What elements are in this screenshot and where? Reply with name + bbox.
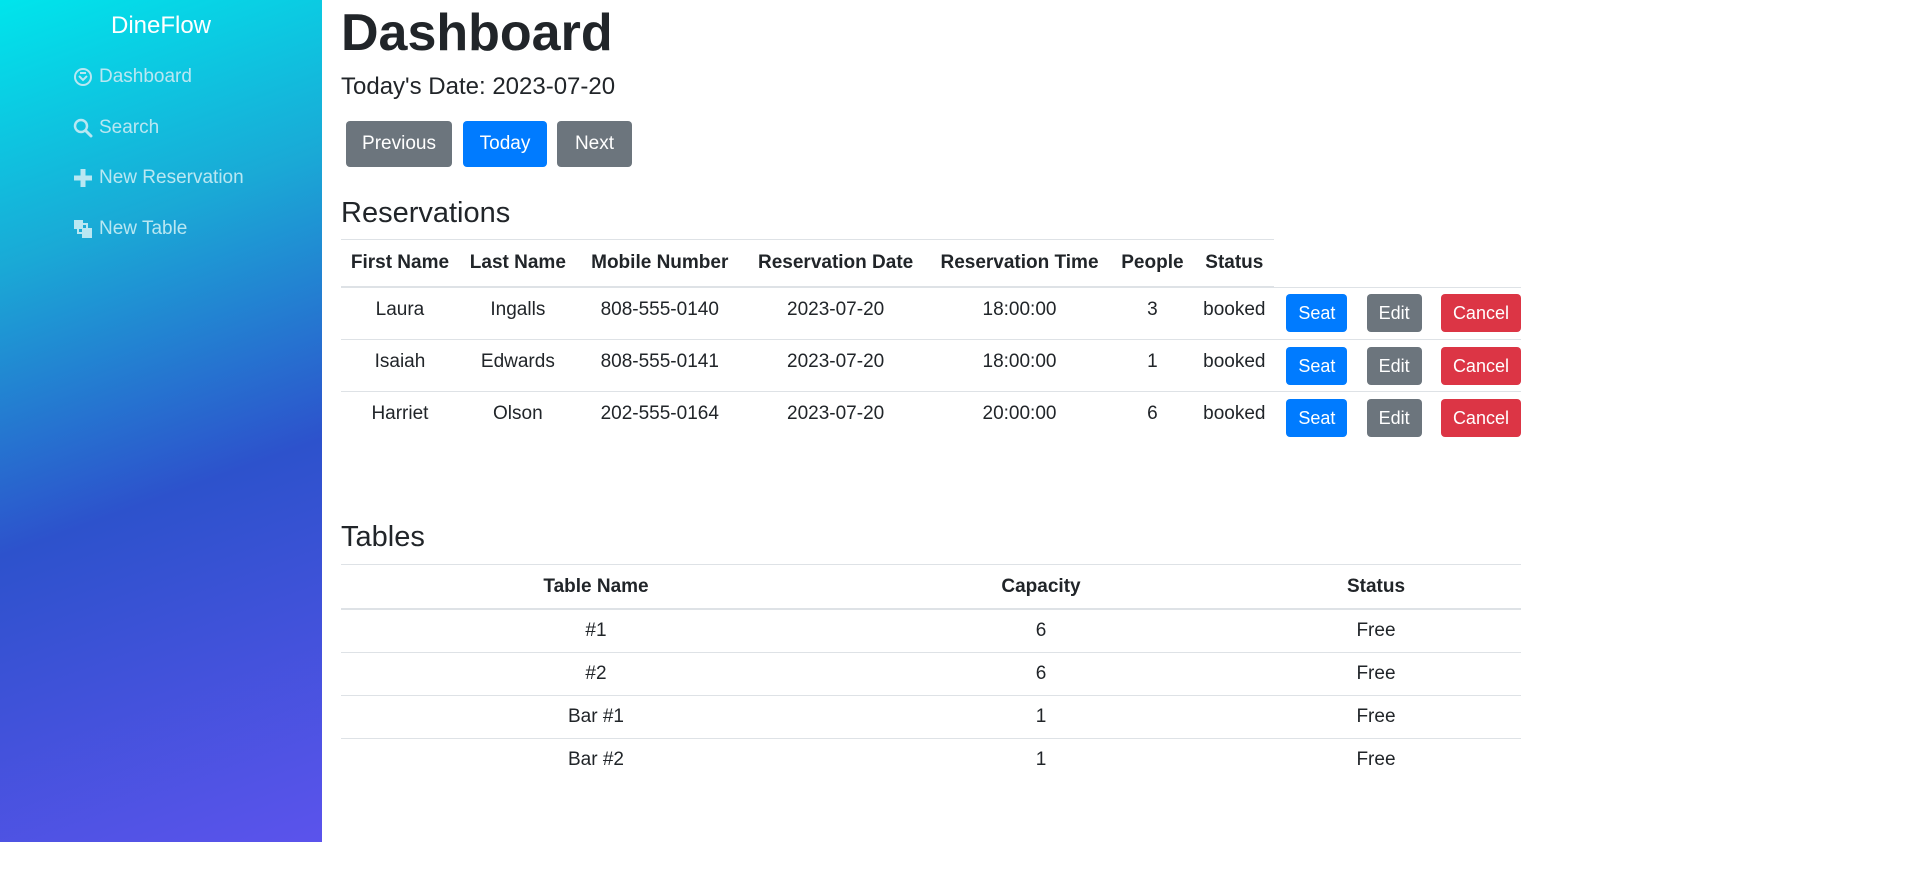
sidebar-item-label: New Table: [99, 218, 188, 239]
table-row: #1 6 Free: [341, 608, 1521, 653]
capacity-cell: 6: [851, 608, 1231, 653]
people-cell: 1: [1110, 339, 1195, 392]
plus-icon: [74, 169, 92, 187]
previous-button[interactable]: Previous: [346, 121, 452, 167]
first-name-cell: Isaiah: [341, 339, 459, 392]
layers-icon: [74, 220, 92, 238]
people-cell: 6: [1110, 391, 1195, 443]
today-button[interactable]: Today: [463, 121, 547, 167]
reservations-heading: Reservations: [341, 197, 511, 229]
reservations-table: First Name Last Name Mobile Number Reser…: [341, 239, 1521, 443]
actions-cell: Seat Edit Cancel: [1274, 286, 1521, 340]
time-cell: 18:00:00: [928, 286, 1111, 340]
time-cell: 18:00:00: [928, 339, 1111, 392]
edit-button[interactable]: Edit: [1366, 398, 1422, 437]
last-name-cell: Ingalls: [458, 286, 577, 340]
todays-date: Today's Date: 2023-07-20: [341, 73, 616, 100]
status-cell: Free: [1231, 608, 1521, 653]
capacity-cell: 1: [851, 695, 1231, 739]
column-header: First Name: [341, 239, 459, 288]
first-name-cell: Harriet: [341, 391, 459, 443]
table-row: Isaiah Edwards 808-555-0141 2023-07-20 1…: [341, 339, 1521, 392]
cancel-button[interactable]: Cancel: [1440, 294, 1521, 333]
tables-header-row: Table Name Capacity Status: [341, 564, 1521, 610]
status-cell: booked: [1194, 286, 1275, 340]
table-name-cell: Bar #1: [341, 695, 851, 739]
status-cell: Free: [1231, 738, 1521, 781]
table-row: Bar #1 1 Free: [341, 695, 1521, 739]
date-cell: 2023-07-20: [742, 286, 929, 340]
cancel-button[interactable]: Cancel: [1440, 398, 1521, 437]
sidebar-item-dashboard[interactable]: Dashboard: [73, 63, 192, 91]
status-cell: Free: [1231, 652, 1521, 696]
tables-table: Table Name Capacity Status #1 6 Free #2 …: [341, 564, 1521, 781]
sidebar-item-new-table[interactable]: New Table: [73, 215, 187, 243]
column-header: Status: [1194, 239, 1275, 288]
first-name-cell: Laura: [341, 286, 459, 340]
time-cell: 20:00:00: [928, 391, 1111, 443]
capacity-cell: 1: [851, 738, 1231, 781]
column-header: Last Name: [458, 239, 577, 288]
mobile-cell: 202-555-0164: [576, 391, 743, 443]
last-name-cell: Edwards: [458, 339, 577, 392]
sidebar-item-label: Search: [99, 117, 160, 138]
table-name-cell: #1: [341, 608, 851, 653]
column-header: Reservation Date: [742, 239, 929, 288]
table-row: Harriet Olson 202-555-0164 2023-07-20 20…: [341, 391, 1521, 443]
actions-header: [1274, 240, 1521, 288]
column-header: Mobile Number: [576, 239, 743, 288]
date-cell: 2023-07-20: [742, 391, 929, 443]
seat-button[interactable]: Seat: [1286, 346, 1348, 385]
sidebar-item-new-reservation[interactable]: New Reservation: [73, 164, 244, 192]
edit-button[interactable]: Edit: [1366, 346, 1422, 385]
column-header: People: [1110, 239, 1195, 288]
last-name-cell: Olson: [458, 391, 577, 443]
column-header: Capacity: [851, 564, 1231, 610]
sidebar-item-search[interactable]: Search: [73, 114, 159, 142]
dashboard-icon: [74, 68, 92, 86]
tables-heading: Tables: [341, 521, 425, 553]
table-name-cell: Bar #2: [341, 738, 851, 781]
table-row: Bar #2 1 Free: [341, 738, 1521, 781]
status-cell: booked: [1194, 391, 1275, 443]
next-button[interactable]: Next: [557, 121, 632, 167]
date-cell: 2023-07-20: [742, 339, 929, 392]
seat-button[interactable]: Seat: [1286, 294, 1348, 333]
column-header: Reservation Time: [928, 239, 1111, 288]
page-title: Dashboard: [341, 4, 613, 62]
table-row: Laura Ingalls 808-555-0140 2023-07-20 18…: [341, 286, 1521, 340]
column-header: Table Name: [341, 564, 851, 610]
actions-cell: Seat Edit Cancel: [1274, 391, 1521, 443]
capacity-cell: 6: [851, 652, 1231, 696]
column-header: Status: [1231, 564, 1521, 610]
cancel-button[interactable]: Cancel: [1440, 346, 1521, 385]
mobile-cell: 808-555-0141: [576, 339, 743, 392]
table-name-cell: #2: [341, 652, 851, 696]
reservations-header-row: First Name Last Name Mobile Number Reser…: [341, 239, 1521, 288]
seat-button[interactable]: Seat: [1286, 398, 1348, 437]
table-row: #2 6 Free: [341, 652, 1521, 696]
mobile-cell: 808-555-0140: [576, 286, 743, 340]
sidebar: DineFlow Dashboard Search New Reservatio…: [0, 0, 322, 842]
sidebar-item-label: New Reservation: [99, 167, 244, 188]
actions-cell: Seat Edit Cancel: [1274, 339, 1521, 392]
edit-button[interactable]: Edit: [1366, 294, 1422, 333]
sidebar-item-label: Dashboard: [99, 66, 192, 87]
status-cell: Free: [1231, 695, 1521, 739]
search-icon: [73, 118, 93, 138]
people-cell: 3: [1110, 286, 1195, 340]
brand-title[interactable]: DineFlow: [0, 10, 322, 42]
status-cell: booked: [1194, 339, 1275, 392]
